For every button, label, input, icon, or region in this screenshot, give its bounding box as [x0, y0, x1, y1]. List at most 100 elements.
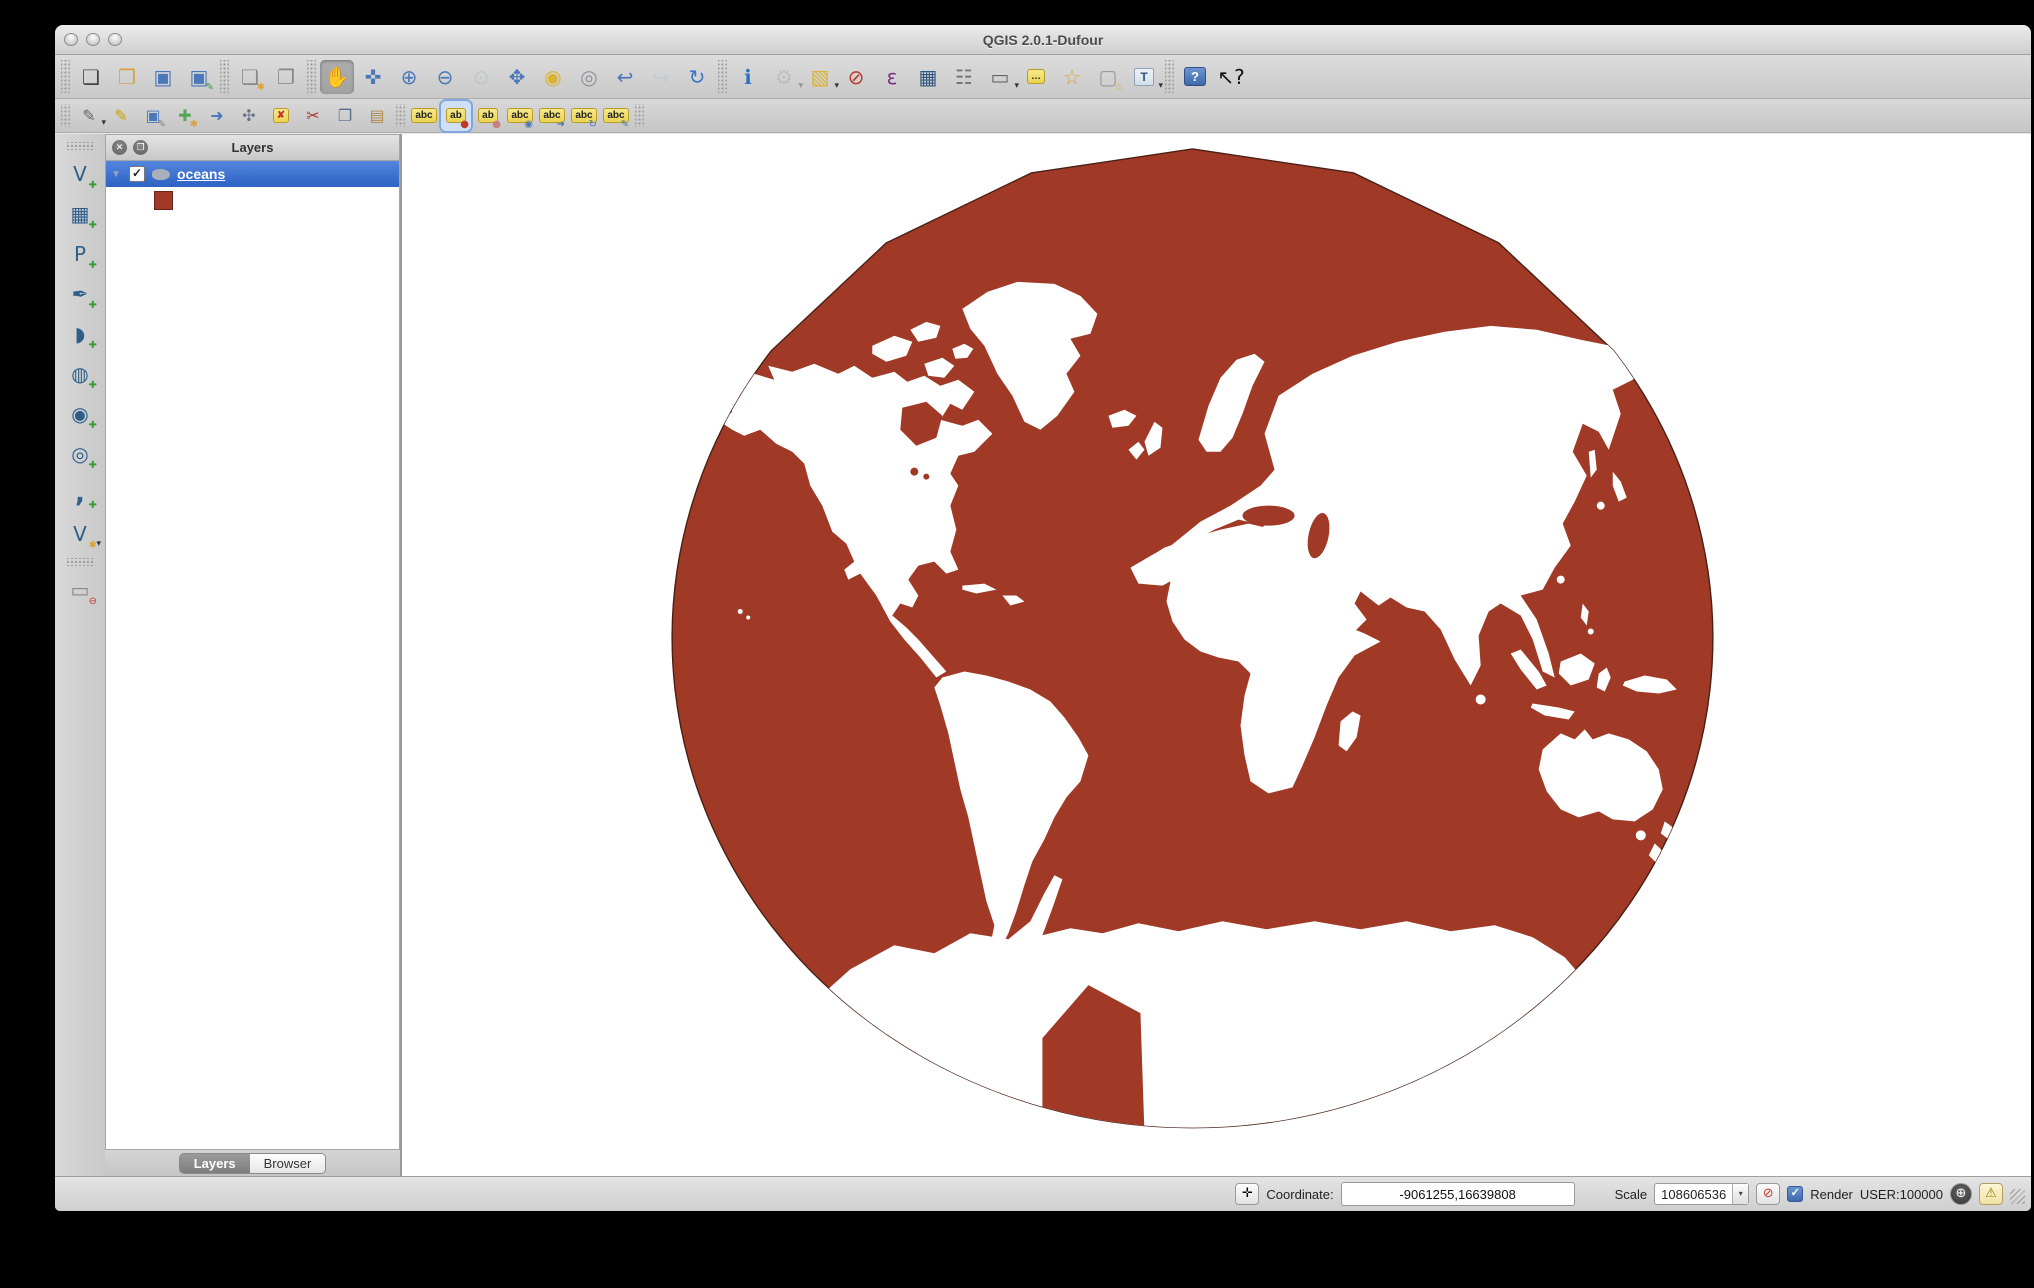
zoom-next-button[interactable]: ↪	[644, 60, 678, 94]
layer-color-swatch[interactable]	[154, 191, 173, 210]
pan-map-to-selection-button[interactable]: ✜	[356, 60, 390, 94]
deselect-features-button[interactable]: ⊘	[839, 60, 873, 94]
toolbar-handle[interactable]	[65, 142, 95, 150]
select-features-button[interactable]: ▧▾	[803, 60, 837, 94]
cut-features-button[interactable]: ✂	[298, 101, 328, 131]
zoom-last-button[interactable]: ↩	[608, 60, 642, 94]
zoom-to-selection-button[interactable]: ◉	[536, 60, 570, 94]
label-change-button[interactable]: abc✎	[601, 101, 631, 131]
composer-manager-button[interactable]: ❐	[269, 60, 303, 94]
log-warning-icon[interactable]: ⚠	[1979, 1183, 2003, 1205]
label-move-button[interactable]: abc➜	[537, 101, 567, 131]
map-tips-button[interactable]: …	[1019, 60, 1053, 94]
labeling-icon: abc	[411, 108, 436, 123]
layer-row-oceans[interactable]: ▼ ✓ oceans	[106, 161, 399, 187]
current-edits-button[interactable]: ✎▾	[74, 101, 104, 131]
add-mssql-layer-button[interactable]: ◗✚	[61, 316, 99, 352]
save-project-as-button[interactable]: ▣✎	[182, 60, 216, 94]
new-project-button[interactable]: ❏	[74, 60, 108, 94]
resize-grip[interactable]	[2010, 1189, 2025, 1204]
coordinate-input[interactable]	[1341, 1182, 1575, 1206]
add-postgis-layer-icon: P	[74, 244, 86, 264]
crs-icon[interactable]: ⊕	[1950, 1183, 1972, 1205]
pan-map-button[interactable]: ✋	[320, 60, 354, 94]
label-visibility-button[interactable]: abc◉	[505, 101, 535, 131]
run-feature-action-button[interactable]: ⚙▾	[767, 60, 801, 94]
save-project-button[interactable]: ▣	[146, 60, 180, 94]
crs-status[interactable]: USER:100000	[1860, 1187, 1943, 1202]
run-feature-action-icon: ⚙	[775, 67, 793, 87]
save-project-as-marker-icon: ✎	[206, 83, 214, 93]
label-rotate-button[interactable]: abc↻	[569, 101, 599, 131]
tab-browser[interactable]: Browser	[250, 1154, 326, 1173]
move-feature-button[interactable]: ➜	[202, 101, 232, 131]
add-wfs-layer-marker-icon: ✚	[89, 461, 97, 471]
select-by-expression-button[interactable]: ε	[875, 60, 909, 94]
label-pin-button[interactable]: ab●	[441, 101, 471, 131]
tab-layers[interactable]: Layers	[180, 1154, 250, 1173]
add-delimited-text-layer-button[interactable]: ,✚	[61, 476, 99, 512]
toolbar-separator	[718, 60, 727, 93]
chevron-down-icon[interactable]: ▾	[1732, 1184, 1748, 1204]
zoom-in-button[interactable]: ⊕	[392, 60, 426, 94]
add-wcs-layer-button[interactable]: ◉✚	[61, 396, 99, 432]
add-feature-button[interactable]: ✚✱	[170, 101, 200, 131]
whats-this-button[interactable]: ↖?	[1214, 60, 1248, 94]
add-spatialite-layer-button[interactable]: ✒✚	[61, 276, 99, 312]
disclosure-triangle-icon[interactable]: ▼	[110, 169, 122, 180]
node-tool-button[interactable]: ✣	[234, 101, 264, 131]
measure-button[interactable]: ▭▾	[983, 60, 1017, 94]
add-postgis-layer-button[interactable]: P✚	[61, 236, 99, 272]
help-contents-icon: ?	[1184, 67, 1206, 86]
field-calculator-button[interactable]: ☷	[947, 60, 981, 94]
add-wms-layer-button[interactable]: ◍✚	[61, 356, 99, 392]
zoom-full-button[interactable]: ✥	[500, 60, 534, 94]
refresh-map-button[interactable]: ↻	[680, 60, 714, 94]
layer-name[interactable]: oceans	[177, 166, 225, 182]
deselect-features-icon: ⊘	[848, 67, 865, 87]
help-contents-button[interactable]: ?	[1178, 60, 1212, 94]
layer-visibility-checkbox[interactable]: ✓	[129, 166, 145, 182]
add-raster-layer-button[interactable]: ▦✚	[61, 196, 99, 232]
open-attribute-table-button[interactable]: ▦	[911, 60, 945, 94]
scale-combo[interactable]: 108606536 ▾	[1654, 1183, 1749, 1205]
remove-layer-button[interactable]: ▭⊖	[61, 572, 99, 608]
add-raster-layer-icon: ▦	[71, 204, 90, 224]
new-shapefile-layer-dropdown-icon[interactable]: ▾	[96, 538, 101, 549]
zoom-actual-size-button[interactable]: ⊙	[464, 60, 498, 94]
dock-tabstrip: Layers Browser	[105, 1150, 400, 1176]
layers-panel-header: ✕ ❐ Layers	[105, 134, 400, 160]
toggle-editing-icon: ✎	[114, 108, 127, 124]
text-annotation-dropdown-icon[interactable]: ▾	[1158, 80, 1163, 91]
open-project-button[interactable]: ❒	[110, 60, 144, 94]
toggle-editing-button[interactable]: ✎	[106, 101, 136, 131]
delete-selected-button[interactable]: ✘	[266, 101, 296, 131]
pan-map-icon: ✋	[325, 67, 350, 87]
text-annotation-icon: T	[1134, 68, 1153, 86]
render-checkbox[interactable]: ✓	[1787, 1186, 1803, 1202]
toolbar-handle[interactable]	[61, 60, 70, 93]
stop-render-icon[interactable]: ⊘	[1756, 1183, 1780, 1205]
map-canvas[interactable]	[400, 134, 2031, 1176]
identify-features-button[interactable]: ℹ	[731, 60, 765, 94]
show-bookmarks-button[interactable]: ▢☆	[1091, 60, 1125, 94]
add-vector-layer-button[interactable]: V✚	[61, 156, 99, 192]
text-annotation-button[interactable]: T▾	[1127, 60, 1161, 94]
new-shapefile-layer-button[interactable]: V✱▾	[61, 516, 99, 552]
toolbar-separator	[65, 558, 95, 566]
zoom-to-layer-button[interactable]: ◎	[572, 60, 606, 94]
labeling-button[interactable]: abc	[409, 101, 439, 131]
add-delimited-text-layer-icon: ,	[75, 481, 85, 507]
new-bookmark-button[interactable]: ☆	[1055, 60, 1089, 94]
layer-tree[interactable]: ▼ ✓ oceans	[105, 160, 400, 1150]
save-layer-edits-button[interactable]: ▣✎	[138, 101, 168, 131]
mouse-position-icon[interactable]: ✛	[1235, 1183, 1259, 1205]
copy-features-button[interactable]: ❐	[330, 101, 360, 131]
zoom-out-button[interactable]: ⊖	[428, 60, 462, 94]
toolbar-handle[interactable]	[61, 104, 70, 127]
titlebar[interactable]: QGIS 2.0.1-Dufour	[55, 25, 2031, 55]
label-hold-button[interactable]: ab●	[473, 101, 503, 131]
add-wfs-layer-button[interactable]: ◎✚	[61, 436, 99, 472]
new-print-composer-button[interactable]: ❏✱	[233, 60, 267, 94]
paste-features-button[interactable]: ▤	[362, 101, 392, 131]
